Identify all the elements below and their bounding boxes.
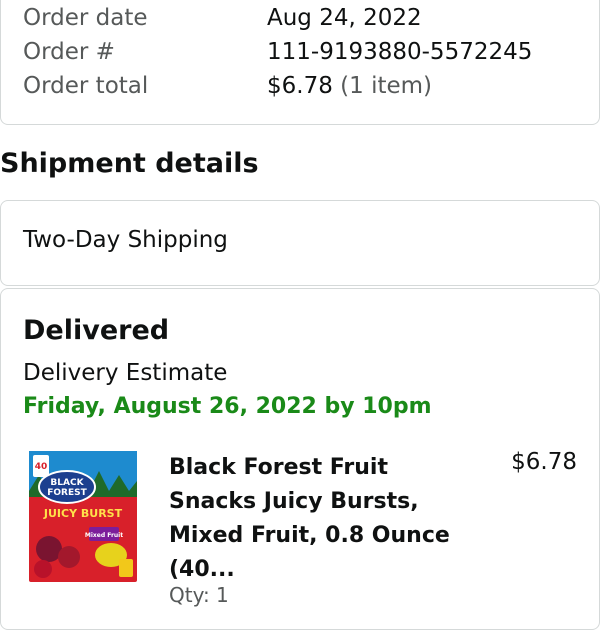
order-summary-card: Order date Aug 24, 2022 Order # 111-9193… xyxy=(0,0,600,125)
fruit-illustration xyxy=(34,560,52,578)
order-total-label: Order total xyxy=(23,73,149,99)
order-number-value: 111-9193880-5572245 xyxy=(267,39,533,65)
order-number-label: Order # xyxy=(23,39,115,65)
product-name-text: JUICY BURST xyxy=(43,507,123,520)
count-badge-text: 40 xyxy=(35,462,48,472)
shipment-details-heading: Shipment details xyxy=(0,148,259,179)
product-title-link[interactable]: Black Forest Fruit Snacks Juicy Bursts, … xyxy=(169,451,469,587)
order-date-value: Aug 24, 2022 xyxy=(267,5,422,31)
shipping-method: Two-Day Shipping xyxy=(23,227,228,253)
shipping-method-card: Two-Day Shipping xyxy=(0,200,600,286)
order-date-row: Order date Aug 24, 2022 xyxy=(23,5,422,31)
order-number-row: Order # 111-9193880-5572245 xyxy=(23,39,532,65)
delivery-status: Delivered xyxy=(23,315,170,346)
order-date-label: Order date xyxy=(23,5,148,31)
delivery-card: Delivered Delivery Estimate Friday, Augu… xyxy=(0,288,600,630)
product-image[interactable]: 40 BLACK FOREST JUICY BURST Mixed Fruit xyxy=(27,449,139,584)
pouch-illustration xyxy=(119,559,133,577)
brand-line2: FOREST xyxy=(47,488,87,498)
order-total-value: $6.78 xyxy=(267,73,333,99)
delivery-estimate-date: Friday, August 26, 2022 by 10pm xyxy=(23,394,432,419)
product-price: $6.78 xyxy=(511,449,577,475)
product-quantity: Qty: 1 xyxy=(169,583,229,607)
brand-line1: BLACK xyxy=(50,478,84,488)
flavor-label-text: Mixed Fruit xyxy=(85,532,123,539)
order-item-count: (1 item) xyxy=(340,73,433,99)
delivery-estimate-label: Delivery Estimate xyxy=(23,360,228,386)
order-total-value-group: $6.78 (1 item) xyxy=(267,75,432,98)
order-total-row: Order total $6.78 (1 item) xyxy=(23,73,432,99)
berry-illustration xyxy=(58,546,80,568)
